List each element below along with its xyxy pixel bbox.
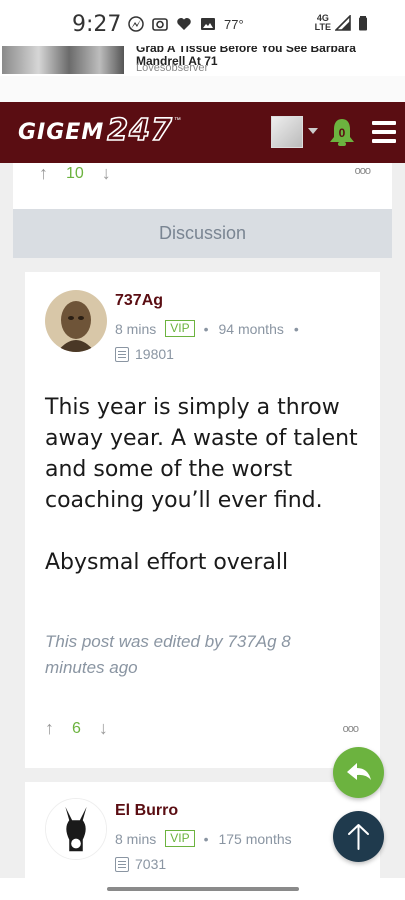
- user-post-count: 19801: [115, 346, 174, 362]
- post-paragraph: Abysmal effort overall: [45, 550, 289, 575]
- post-count-value: 19801: [135, 346, 174, 362]
- reply-icon: [347, 763, 371, 780]
- logo-number: 247: [106, 113, 173, 148]
- status-bar: 9:27 77° 4G LTE: [0, 0, 405, 48]
- arrow-up-icon: [348, 824, 369, 850]
- status-time: 9:27: [72, 12, 122, 37]
- vip-badge: VIP: [165, 320, 195, 337]
- document-icon: [115, 346, 129, 362]
- post-body: This year is simply a throw away year. A…: [45, 392, 370, 609]
- signal-icon: [335, 15, 351, 31]
- messenger-icon: [128, 16, 144, 32]
- vip-badge: VIP: [165, 830, 195, 847]
- previous-post-footer: ↑ 10 ↓ ooo: [13, 163, 392, 209]
- notification-bell-icon[interactable]: 0: [325, 115, 359, 149]
- more-options-icon[interactable]: ooo: [355, 165, 371, 177]
- logo-trademark: ™: [173, 117, 181, 124]
- network-indicator: 4G LTE: [314, 13, 331, 32]
- downvote-arrow-icon[interactable]: ↓: [102, 163, 111, 184]
- status-icons-right: 4G LTE: [315, 14, 371, 32]
- discussion-section-header: Discussion: [13, 209, 392, 258]
- post-paragraph: This year is simply a throw away year. A…: [45, 395, 358, 513]
- post-count-value: 7031: [135, 856, 167, 872]
- ad-source: Lovesobserver: [136, 62, 209, 74]
- reply-button[interactable]: [333, 747, 384, 798]
- system-nav-bar: [0, 878, 405, 900]
- downvote-arrow-icon[interactable]: ↓: [99, 718, 108, 739]
- site-logo[interactable]: GIGEM 247 ™: [18, 113, 181, 148]
- ad-banner[interactable]: Grab A Tissue Before You See Barbara Man…: [0, 46, 405, 76]
- separator-dot: •: [203, 320, 209, 337]
- vote-controls: ↑ 10 ↓: [39, 163, 111, 184]
- more-options-icon[interactable]: ooo: [343, 723, 359, 735]
- hamburger-menu-icon[interactable]: [372, 121, 396, 143]
- gesture-handle[interactable]: [107, 887, 299, 891]
- vote-count: 6: [72, 719, 81, 737]
- section-label: Discussion: [158, 223, 247, 243]
- post-card: 737Ag 8 mins VIP • 94 months • 19801 Thi…: [25, 272, 380, 768]
- ad-thumbnail[interactable]: [2, 46, 124, 74]
- user-tenure: 175 months: [218, 830, 292, 847]
- post-card: El Burro 8 mins VIP • 175 months 7031: [25, 782, 380, 882]
- avatar[interactable]: [45, 798, 107, 860]
- post-time: 8 mins: [115, 830, 157, 847]
- post-meta: 8 mins VIP • 94 months •: [115, 320, 299, 337]
- chevron-down-icon[interactable]: [308, 128, 318, 134]
- post-username[interactable]: El Burro: [115, 802, 178, 820]
- post-edited-note: This post was edited by 737Ag 8 minutes …: [45, 632, 291, 677]
- notification-count: 0: [339, 126, 346, 140]
- post-username[interactable]: 737Ag: [115, 292, 163, 310]
- avatar[interactable]: [45, 290, 107, 352]
- scroll-to-top-button[interactable]: [333, 811, 384, 862]
- status-icons-left: 77°: [128, 16, 244, 32]
- vote-count: 10: [66, 164, 84, 182]
- document-icon: [115, 856, 129, 872]
- post-meta: 8 mins VIP • 175 months: [115, 830, 292, 847]
- separator-dot: •: [203, 830, 209, 847]
- vote-controls: ↑ 6 ↓: [45, 718, 108, 739]
- heart-icon: [177, 18, 191, 30]
- upvote-arrow-icon[interactable]: ↑: [45, 718, 54, 739]
- status-temperature: 77°: [224, 16, 244, 32]
- upvote-arrow-icon[interactable]: ↑: [39, 163, 48, 184]
- battery-icon: [359, 16, 367, 31]
- image-icon: [201, 18, 215, 30]
- camera-icon: [152, 18, 168, 31]
- post-time: 8 mins: [115, 320, 157, 337]
- separator-dot: •: [293, 320, 299, 337]
- user-avatar-button[interactable]: [271, 116, 303, 148]
- user-tenure: 94 months: [218, 320, 284, 337]
- ad-spacer: [0, 76, 405, 102]
- user-post-count: 7031: [115, 856, 166, 872]
- logo-text: GIGEM: [18, 120, 105, 145]
